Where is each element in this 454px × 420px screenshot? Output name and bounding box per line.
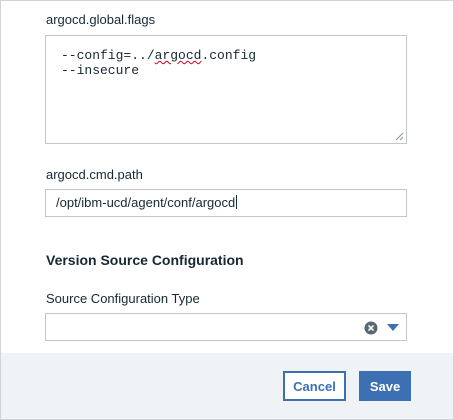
dialog-footer: Cancel Save: [1, 353, 453, 419]
clear-circle-icon[interactable]: [364, 321, 378, 335]
dialog-body: argocd.global.flags --config=../argocd.c…: [1, 1, 453, 353]
flags-label: argocd.global.flags: [46, 12, 156, 27]
flags-line-1-prefix: --config=../: [61, 48, 155, 63]
path-input-value: /opt/ibm-ucd/agent/conf/argocd: [56, 195, 236, 210]
save-button[interactable]: Save: [359, 371, 411, 401]
spellcheck-word: argocd: [154, 48, 202, 63]
resize-grip-icon[interactable]: [394, 131, 404, 141]
source-type-label: Source Configuration Type: [46, 291, 200, 306]
path-input[interactable]: /opt/ibm-ucd/agent/conf/argocd: [45, 189, 407, 217]
caret-down-icon[interactable]: [387, 324, 399, 332]
cancel-button[interactable]: Cancel: [283, 371, 346, 401]
text-cursor: [236, 195, 238, 209]
flags-line-1-suffix: .config: [201, 48, 257, 63]
path-label: argocd.cmd.path: [46, 167, 143, 182]
source-type-select[interactable]: [45, 313, 407, 341]
flags-line-1: --config=../argocd.config: [61, 48, 391, 63]
section-heading: Version Source Configuration: [46, 252, 244, 268]
flags-textarea[interactable]: --config=../argocd.config --insecure: [45, 35, 407, 144]
flags-line-2: --insecure: [61, 63, 140, 78]
configuration-dialog: argocd.global.flags --config=../argocd.c…: [0, 0, 454, 420]
